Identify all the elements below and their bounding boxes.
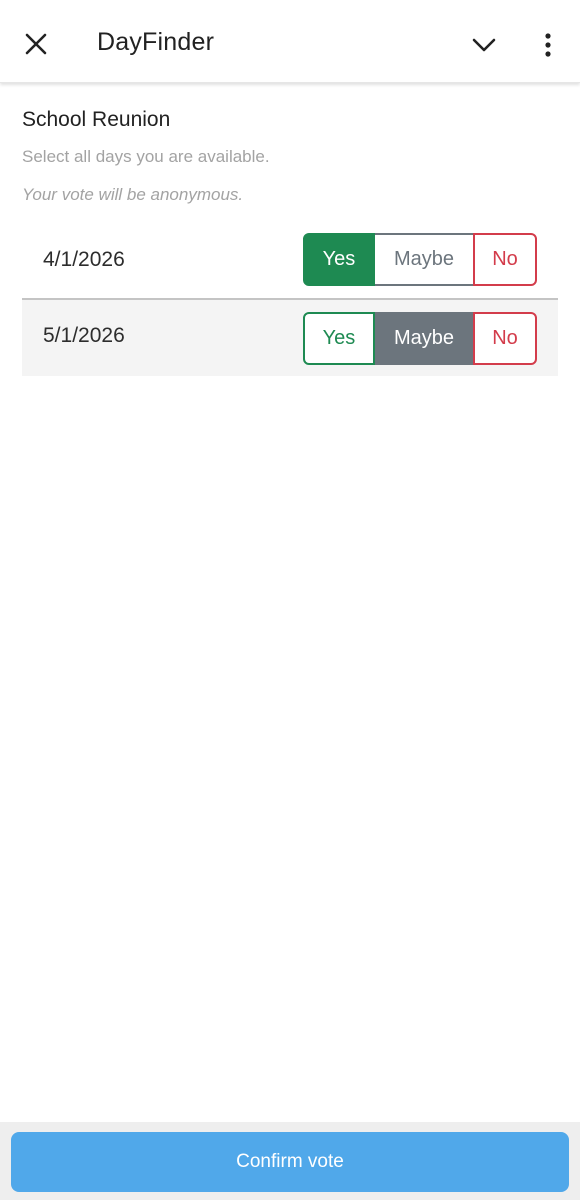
- maybe-button[interactable]: Maybe: [375, 312, 473, 365]
- footer-bar: Confirm vote: [0, 1122, 580, 1200]
- vote-segmented-control: Yes Maybe No: [303, 312, 537, 365]
- option-date: 4/1/2026: [43, 248, 125, 271]
- yes-button[interactable]: Yes: [303, 233, 375, 286]
- yes-button[interactable]: Yes: [303, 312, 375, 365]
- date-option-row: 4/1/2026 Yes Maybe No: [22, 222, 558, 298]
- more-vertical-icon: [545, 33, 551, 57]
- app-screen: DayFinder School Reunion Select all days…: [0, 0, 580, 1200]
- poll-instruction: Select all days you are available.: [22, 147, 270, 166]
- date-option-row: 5/1/2026 Yes Maybe No: [22, 298, 558, 376]
- anonymous-note: Your vote will be anonymous.: [22, 185, 244, 204]
- confirm-vote-button[interactable]: Confirm vote: [11, 1132, 569, 1192]
- close-icon: [25, 33, 47, 55]
- maybe-button[interactable]: Maybe: [375, 233, 473, 286]
- poll-title: School Reunion: [22, 108, 171, 131]
- option-date: 5/1/2026: [43, 324, 125, 347]
- close-button[interactable]: [18, 26, 54, 62]
- expand-button[interactable]: [466, 27, 502, 63]
- vote-segmented-control: Yes Maybe No: [303, 233, 537, 286]
- app-title: DayFinder: [97, 28, 215, 56]
- app-header: DayFinder: [0, 0, 580, 83]
- no-button[interactable]: No: [473, 312, 537, 365]
- no-button[interactable]: No: [473, 233, 537, 286]
- chevron-down-icon: [472, 38, 496, 52]
- more-options-button[interactable]: [530, 27, 566, 63]
